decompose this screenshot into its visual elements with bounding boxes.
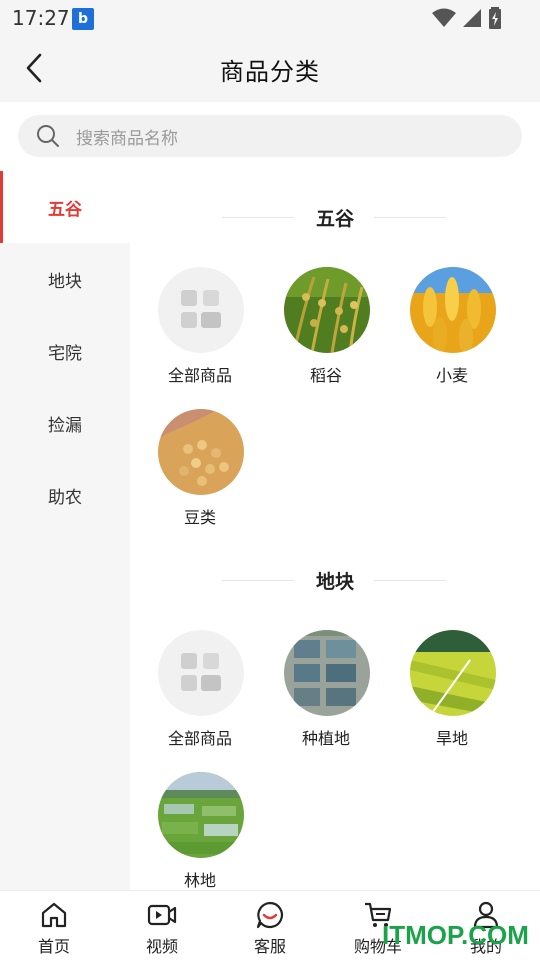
sidebar-item-zhaiyuan[interactable]: 宅院 xyxy=(0,315,130,387)
nav-label: 客服 xyxy=(253,937,286,956)
category-label: 全部商品 xyxy=(167,366,232,385)
category-icon xyxy=(158,267,244,353)
divider xyxy=(374,580,446,581)
category-label: 全部商品 xyxy=(167,729,232,748)
divider xyxy=(374,217,446,218)
category-all-goods[interactable]: 全部商品 xyxy=(145,630,255,760)
search-icon xyxy=(37,125,59,147)
sidebar-item-wugu[interactable]: 五谷 xyxy=(0,171,130,243)
nav-home[interactable]: 首页 xyxy=(0,891,108,960)
section-title: 地块 xyxy=(315,571,354,593)
beans-image xyxy=(158,409,244,495)
grid-icon xyxy=(181,653,221,691)
grid-icon xyxy=(181,290,221,328)
status-icons xyxy=(432,6,502,30)
category-label: 种植地 xyxy=(301,729,350,748)
home-icon xyxy=(41,902,67,928)
nav-label: 视频 xyxy=(145,937,178,956)
search-placeholder: 搜索商品名称 xyxy=(76,128,178,149)
category-label: 豆类 xyxy=(183,508,216,527)
section-header: 地块 xyxy=(130,565,540,595)
category-label: 旱地 xyxy=(435,729,468,748)
category-label: 稻谷 xyxy=(309,366,342,385)
fields-image xyxy=(158,772,244,858)
section-title: 五谷 xyxy=(315,208,354,230)
battery-icon xyxy=(489,7,501,29)
ponds-image xyxy=(284,630,370,716)
watermark: ITMOP.COM xyxy=(382,920,529,950)
status-time: 17:27 xyxy=(12,6,70,30)
category-rice[interactable]: 稻谷 xyxy=(271,267,381,397)
video-icon xyxy=(147,904,177,926)
sidebar-item-dikuai[interactable]: 地块 xyxy=(0,243,130,315)
sidebar-item-zhunong[interactable]: 助农 xyxy=(0,459,130,531)
category-label: 林地 xyxy=(183,871,216,890)
header: 商品分类 xyxy=(0,36,540,102)
nav-label: 首页 xyxy=(37,937,70,956)
search-input[interactable]: 搜索商品名称 xyxy=(18,115,522,157)
category-beans[interactable]: 豆类 xyxy=(145,409,255,539)
nav-customer-service[interactable]: 客服 xyxy=(216,891,324,960)
category-planting-land[interactable]: 种植地 xyxy=(271,630,381,760)
category-label: 小麦 xyxy=(435,366,468,385)
sidebar-item-jianlou[interactable]: 捡漏 xyxy=(0,387,130,459)
category-content: 五谷 全部商品 稻谷 小麦 豆类 地块 全部商品 种植地 旱地 林地 xyxy=(130,171,540,891)
category-dry-land[interactable]: 旱地 xyxy=(397,630,507,760)
category-icon xyxy=(158,630,244,716)
search-bar: 搜索商品名称 xyxy=(0,102,540,170)
category-all-goods[interactable]: 全部商品 xyxy=(145,267,255,397)
category-forest-land[interactable]: 林地 xyxy=(145,772,255,891)
rice-image xyxy=(284,267,370,353)
nav-video[interactable]: 视频 xyxy=(108,891,216,960)
app-notification-icon: b xyxy=(72,8,94,30)
wheat-image xyxy=(410,267,496,353)
status-bar: 17:27 b xyxy=(0,0,540,36)
wifi-icon xyxy=(432,8,456,27)
dryland-image xyxy=(410,630,496,716)
page-title: 商品分类 xyxy=(220,58,320,86)
section-header: 五谷 xyxy=(130,202,540,232)
chat-icon xyxy=(256,901,284,929)
signal-icon xyxy=(463,9,481,27)
category-wheat[interactable]: 小麦 xyxy=(397,267,507,397)
category-sidebar: 五谷 地块 宅院 捡漏 助农 xyxy=(0,171,130,891)
